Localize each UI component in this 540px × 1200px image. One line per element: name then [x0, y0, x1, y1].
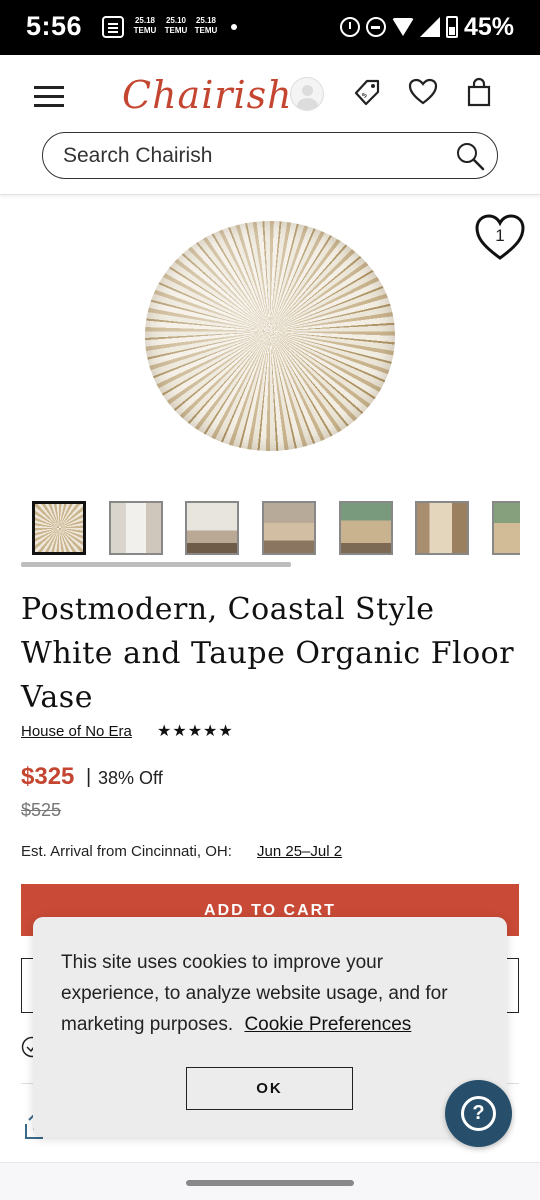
- favorite-count: 1: [495, 226, 505, 245]
- cookie-message: This site uses cookies to improve your e…: [61, 947, 481, 1040]
- notification-text: TEMU: [133, 26, 157, 35]
- shopping-bag-icon[interactable]: [464, 77, 494, 107]
- search-bar[interactable]: [42, 132, 498, 179]
- battery-percent: 45%: [463, 12, 514, 41]
- cookie-preferences-link[interactable]: Cookie Preferences: [244, 1014, 411, 1035]
- notification-text: 25.10: [165, 16, 187, 25]
- wifi-icon: [391, 18, 414, 36]
- thumbnail-image[interactable]: [185, 501, 239, 555]
- cookie-ok-button[interactable]: OK: [186, 1067, 353, 1110]
- temu-notification-icon: 25.10 TEMU: [162, 16, 190, 38]
- status-icons: 45%: [339, 12, 514, 42]
- original-price: $525: [21, 800, 62, 820]
- price-tag-icon[interactable]: $: [352, 77, 382, 107]
- arrival-dates-link[interactable]: Jun 25–Jul 2: [257, 843, 342, 860]
- price-separator: |: [86, 766, 92, 788]
- thumbnail-image[interactable]: [109, 501, 163, 555]
- search-icon[interactable]: [455, 141, 485, 171]
- status-bar: 5:56 25.18 TEMU 25.10 TEMU 25.18 TEMU 45…: [0, 0, 540, 55]
- thumbnail-image[interactable]: [339, 501, 393, 555]
- thumbnail-image[interactable]: [262, 501, 316, 555]
- search-input[interactable]: [63, 141, 443, 171]
- discount-label: 38% Off: [98, 768, 163, 788]
- cookie-banner: This site uses cookies to improve your e…: [33, 917, 507, 1137]
- thumbnail-image[interactable]: [492, 501, 520, 555]
- battery-icon: [445, 16, 458, 38]
- thumbnail-strip: [32, 501, 520, 557]
- home-indicator[interactable]: [186, 1180, 354, 1186]
- notification-text: TEMU: [164, 26, 188, 35]
- thumbnail-image[interactable]: [415, 501, 469, 555]
- notification-text: 25.18: [134, 16, 156, 25]
- do-not-disturb-icon: [365, 17, 386, 37]
- arrival-label: Est. Arrival from Cincinnati, OH:: [21, 843, 232, 860]
- heart-icon[interactable]: [408, 77, 438, 107]
- menu-icon[interactable]: [34, 86, 64, 108]
- thumbnail-scrollbar[interactable]: [21, 562, 291, 567]
- temu-notification-icon: 25.18 TEMU: [131, 16, 159, 38]
- product-main-image[interactable]: [145, 221, 395, 451]
- site-header: Chairish $: [0, 55, 540, 195]
- rating-stars: ★★★★★: [157, 723, 234, 740]
- signal-icon: [419, 17, 440, 37]
- notification-text: TEMU: [194, 26, 218, 35]
- status-time: 5:56: [26, 11, 83, 41]
- notification-text: 25.18: [195, 16, 217, 25]
- more-notifications-dot-icon: [231, 24, 237, 30]
- help-button[interactable]: ?: [445, 1080, 512, 1147]
- current-price: $325: [21, 763, 75, 790]
- temu-notification-icon: 25.18 TEMU: [192, 16, 220, 38]
- chairish-logo[interactable]: Chairish: [122, 73, 293, 117]
- seller-link[interactable]: House of No Era: [21, 723, 132, 740]
- question-icon: ?: [461, 1096, 496, 1131]
- product-title: Postmodern, Coastal Style White and Taup…: [21, 592, 515, 715]
- thumbnail-image[interactable]: [32, 501, 86, 555]
- account-avatar-icon[interactable]: [290, 77, 324, 111]
- alarm-icon: [339, 17, 360, 37]
- message-notification-icon: [102, 16, 124, 38]
